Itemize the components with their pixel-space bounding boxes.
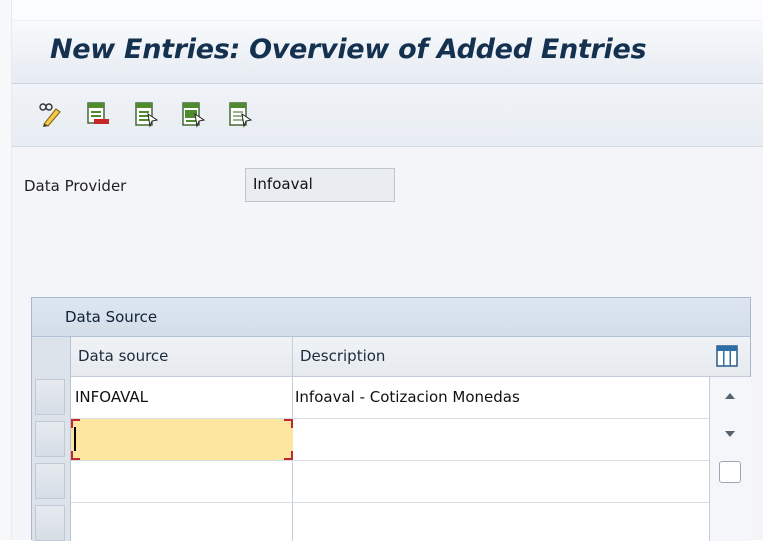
data-source-table: Data Source Data source Description INFO… (31, 297, 751, 541)
cell-description[interactable]: Infoaval - Cotizacion Monedas (295, 377, 705, 418)
delete-entry-icon (87, 102, 109, 124)
cell-data-source[interactable] (75, 461, 291, 502)
scroll-thumb[interactable] (719, 461, 741, 483)
select-block-button[interactable] (179, 100, 207, 128)
scroll-up-button[interactable] (719, 385, 741, 407)
main-panel: New Entries: Overview of Added Entries D… (12, 21, 763, 541)
table-row (71, 461, 709, 503)
selection-corner (284, 451, 293, 460)
page-title: New Entries: Overview of Added Entries (50, 34, 647, 65)
window-top-strip (0, 0, 763, 21)
delete-entry-button[interactable] (84, 100, 112, 128)
table-row (71, 419, 709, 461)
deselect-all-button[interactable] (226, 100, 254, 128)
arrow-down-icon (725, 431, 735, 437)
arrow-up-icon (725, 393, 735, 399)
row-selector[interactable] (35, 463, 65, 499)
scroll-down-button[interactable] (719, 423, 741, 445)
cell-description[interactable] (295, 419, 705, 460)
table-settings-icon (716, 345, 738, 367)
table-row (71, 503, 709, 545)
row-selector[interactable] (35, 379, 65, 415)
select-all-button[interactable] (132, 100, 160, 128)
data-provider-field: Infoaval (245, 168, 395, 202)
table-row: INFOAVAL Infoaval - Cotizacion Monedas (71, 377, 709, 419)
cell-description[interactable] (295, 461, 705, 502)
application-toolbar (12, 84, 763, 147)
row-selector[interactable] (35, 505, 65, 541)
table-title: Data Source (65, 308, 158, 326)
table-title-bar: Data Source (32, 298, 750, 337)
selection-corner (71, 451, 80, 460)
vertical-scrollbar[interactable] (709, 377, 751, 541)
column-header-description[interactable]: Description (300, 337, 680, 376)
cell-description[interactable] (295, 503, 705, 544)
select-block-icon (182, 102, 206, 128)
row-selector[interactable] (35, 421, 65, 457)
selection-corner (71, 419, 80, 428)
content-area: Data Provider Infoaval Data Source Data … (12, 147, 763, 541)
row-selector-column (32, 337, 71, 541)
selection-corner (284, 419, 293, 428)
active-input-cell[interactable] (71, 419, 293, 460)
display-change-button[interactable] (36, 100, 64, 128)
column-header-data-source[interactable]: Data source (78, 337, 288, 376)
display-change-icon (39, 103, 61, 127)
title-bar: New Entries: Overview of Added Entries (12, 21, 763, 84)
cell-data-source[interactable] (75, 503, 291, 544)
table-settings-button[interactable] (716, 345, 738, 367)
deselect-all-icon (229, 102, 253, 128)
cell-data-source[interactable]: INFOAVAL (75, 377, 291, 418)
data-provider-label: Data Provider (24, 177, 127, 195)
select-all-icon (135, 102, 159, 128)
text-cursor (74, 427, 76, 451)
table-header: Data source Description (32, 337, 750, 377)
window-left-border (0, 0, 12, 540)
